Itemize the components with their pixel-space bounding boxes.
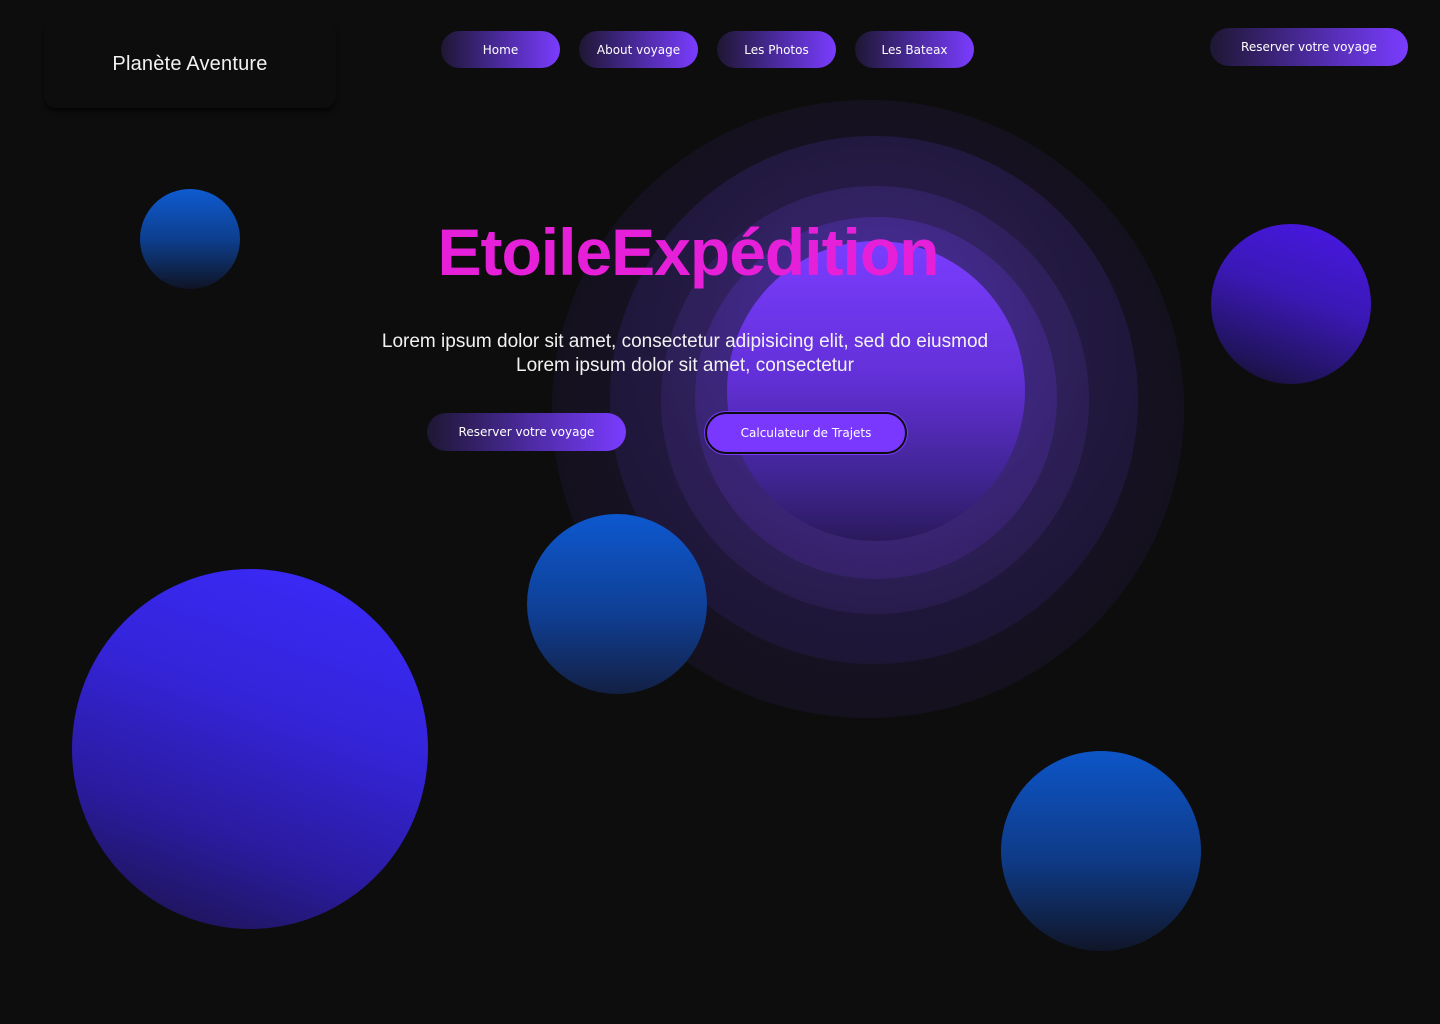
logo[interactable]: Planète Aventure — [44, 20, 336, 108]
decorative-orb-purple — [1211, 224, 1371, 384]
nav-home-button[interactable]: Home — [441, 31, 560, 68]
landing-page: Planète Aventure Home About voyage Les P… — [0, 0, 1440, 1024]
hero-reserve-button[interactable]: Reserver votre voyage — [427, 413, 626, 451]
hero-subtitle-line-2: Lorem ipsum dolor sit amet, consectetur — [516, 355, 854, 376]
nav-photos-button[interactable]: Les Photos — [717, 31, 836, 68]
nav-boats-button[interactable]: Les Bateax — [855, 31, 974, 68]
decorative-orb-mid-blue — [527, 514, 707, 694]
decorative-orb-large-indigo — [72, 569, 428, 929]
decorative-orb-small-blue — [140, 189, 240, 289]
header-reserve-button[interactable]: Reserver votre voyage — [1210, 28, 1408, 66]
hero-subtitle: Lorem ipsum dolor sit amet, consectetur … — [300, 330, 1070, 378]
nav-about-button[interactable]: About voyage — [579, 31, 698, 68]
brand-name: Planète Aventure — [112, 52, 268, 75]
trip-calculator-button[interactable]: Calculateur de Trajets — [705, 412, 907, 454]
hero-subtitle-line-1: Lorem ipsum dolor sit amet, consectetur … — [381, 331, 989, 352]
hero-title: EtoileExpédition — [437, 215, 939, 289]
decorative-orb-bottom-blue — [1001, 751, 1201, 951]
